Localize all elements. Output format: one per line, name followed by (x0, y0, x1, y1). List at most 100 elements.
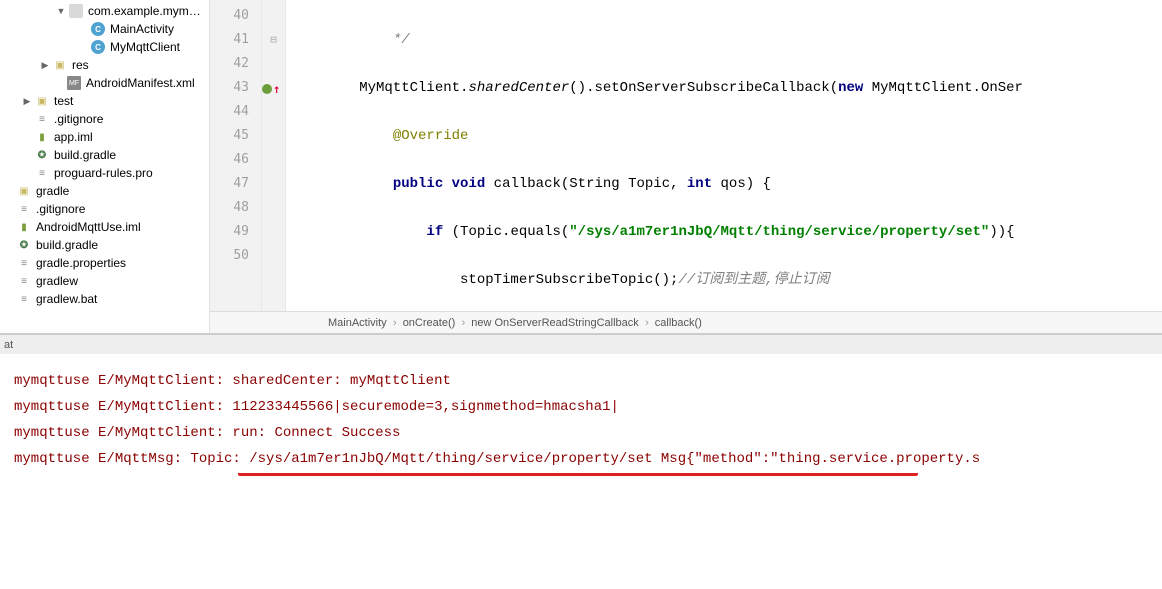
line-number: 47 (210, 172, 261, 196)
tree-item[interactable]: ▶▣res (0, 56, 209, 74)
expand-arrow-icon[interactable] (4, 204, 14, 214)
line-number: 43 (210, 76, 261, 100)
line-number: 44 (210, 100, 261, 124)
logcat-console[interactable]: mymqttuse E/MyMqttClient: sharedCenter: … (0, 354, 1162, 589)
run-marker-icon[interactable] (262, 84, 272, 94)
tree-item-label: .gitignore (52, 112, 103, 126)
code-line: @Override (292, 128, 468, 144)
file-type-icon: MF (67, 76, 81, 90)
breadcrumb-item[interactable]: callback() (647, 317, 710, 329)
expand-arrow-icon[interactable] (4, 294, 14, 304)
file-type-icon: ▮ (17, 220, 31, 234)
file-type-icon: C (91, 40, 105, 54)
file-type-icon: ≡ (17, 202, 31, 216)
expand-arrow-icon[interactable] (54, 78, 64, 88)
tree-item[interactable]: ▶▣test (0, 92, 209, 110)
log-line: mymqttuse E/MyMqttClient: sharedCenter: … (14, 368, 1154, 394)
file-type-icon: C (91, 22, 105, 36)
tree-item-label: gradlew.bat (34, 292, 97, 306)
tree-item[interactable]: ▮AndroidMqttUse.iml (0, 218, 209, 236)
line-number: 50 (210, 244, 261, 268)
tree-item-label: MainActivity (108, 22, 174, 36)
code-editor: 404142↑4344454647484950 ⊟ */ MyMqttClien… (210, 0, 1162, 333)
expand-arrow-icon[interactable] (4, 240, 14, 250)
line-number: 42 (210, 52, 261, 76)
tree-item-label: AndroidManifest.xml (84, 76, 195, 90)
expand-arrow-icon[interactable]: ▼ (56, 6, 66, 16)
code-line: */ (292, 32, 410, 48)
tree-item[interactable]: ≡gradle.properties (0, 254, 209, 272)
breadcrumb-item[interactable]: new OnServerReadStringCallback (463, 317, 647, 329)
file-type-icon: ▣ (35, 94, 49, 108)
expand-arrow-icon[interactable] (22, 132, 32, 142)
tree-item-label: gradlew (34, 274, 78, 288)
tree-item[interactable]: ▼ com.example.mym… (0, 2, 209, 20)
line-number: 49 (210, 220, 261, 244)
tree-item[interactable]: ≡gradlew.bat (0, 290, 209, 308)
breadcrumb: MainActivityonCreate()new OnServerReadSt… (210, 311, 1162, 333)
tree-item-label: app.iml (52, 130, 93, 144)
tree-item[interactable]: ≡proguard-rules.pro (0, 164, 209, 182)
expand-arrow-icon[interactable] (22, 114, 32, 124)
tree-item-label: gradle (34, 184, 69, 198)
line-number: 46 (210, 148, 261, 172)
tree-item[interactable]: MFAndroidManifest.xml (0, 74, 209, 92)
code-content[interactable]: */ MyMqttClient.sharedCenter().setOnServ… (286, 0, 1162, 311)
tree-item-label: com.example.mym… (86, 4, 201, 18)
expand-arrow-icon[interactable] (4, 258, 14, 268)
annotation-underline-icon (238, 470, 918, 476)
file-type-icon: ✪ (17, 238, 31, 252)
file-type-icon (69, 4, 83, 18)
tree-item-label: MyMqttClient (108, 40, 180, 54)
file-type-icon: ▣ (17, 184, 31, 198)
tree-item-label: build.gradle (34, 238, 98, 252)
expand-arrow-icon[interactable] (78, 24, 88, 34)
tree-item[interactable]: ✪build.gradle (0, 146, 209, 164)
tree-item[interactable]: ≡.gitignore (0, 200, 209, 218)
expand-arrow-icon[interactable]: ▶ (40, 60, 50, 70)
fold-strip: ⊟ (262, 0, 286, 311)
tree-item-label: AndroidMqttUse.iml (34, 220, 141, 234)
breadcrumb-item[interactable]: MainActivity (320, 317, 395, 329)
tree-item-label: proguard-rules.pro (52, 166, 153, 180)
tree-item-label: gradle.properties (34, 256, 126, 270)
log-line: mymqttuse E/MyMqttClient: 112233445566|s… (14, 394, 1154, 420)
line-number: 48 (210, 196, 261, 220)
tree-item[interactable]: CMainActivity (0, 20, 209, 38)
breadcrumb-item[interactable]: onCreate() (395, 317, 464, 329)
tree-item-label: .gitignore (34, 202, 85, 216)
tree-item[interactable]: ✪build.gradle (0, 236, 209, 254)
expand-arrow-icon[interactable]: ▶ (22, 96, 32, 106)
tree-item[interactable]: CMyMqttClient (0, 38, 209, 56)
expand-arrow-icon[interactable] (22, 168, 32, 178)
line-number: 41 (210, 28, 261, 52)
file-type-icon: ▣ (53, 58, 67, 72)
tree-item-label: test (52, 94, 73, 108)
tree-item[interactable]: ≡.gitignore (0, 110, 209, 128)
log-line: mymqttuse E/MqttMsg: Topic: /sys/a1m7er1… (14, 446, 1154, 472)
file-type-icon: ≡ (17, 256, 31, 270)
expand-arrow-icon[interactable] (4, 186, 14, 196)
file-type-icon: ▮ (35, 130, 49, 144)
code-line: MyMqttClient. (292, 80, 468, 96)
file-type-icon: ≡ (35, 112, 49, 126)
line-number: 40 (210, 4, 261, 28)
file-type-icon: ≡ (17, 274, 31, 288)
tab-label[interactable]: at (4, 339, 13, 351)
tree-item-label: res (70, 58, 89, 72)
expand-arrow-icon[interactable] (22, 150, 32, 160)
expand-arrow-icon[interactable] (4, 276, 14, 286)
expand-arrow-icon[interactable] (4, 222, 14, 232)
file-type-icon: ✪ (35, 148, 49, 162)
tree-item[interactable]: ▣gradle (0, 182, 209, 200)
line-number: 45 (210, 124, 261, 148)
expand-arrow-icon[interactable] (78, 42, 88, 52)
override-arrow-icon: ↑ (273, 82, 280, 96)
tree-item[interactable]: ▮app.iml (0, 128, 209, 146)
bottom-tab-strip[interactable]: at (0, 334, 1162, 354)
tree-item[interactable]: ≡gradlew (0, 272, 209, 290)
file-type-icon: ≡ (35, 166, 49, 180)
file-type-icon: ≡ (17, 292, 31, 306)
line-number-gutter: 404142↑4344454647484950 (210, 0, 262, 311)
log-line: mymqttuse E/MyMqttClient: run: Connect S… (14, 420, 1154, 446)
